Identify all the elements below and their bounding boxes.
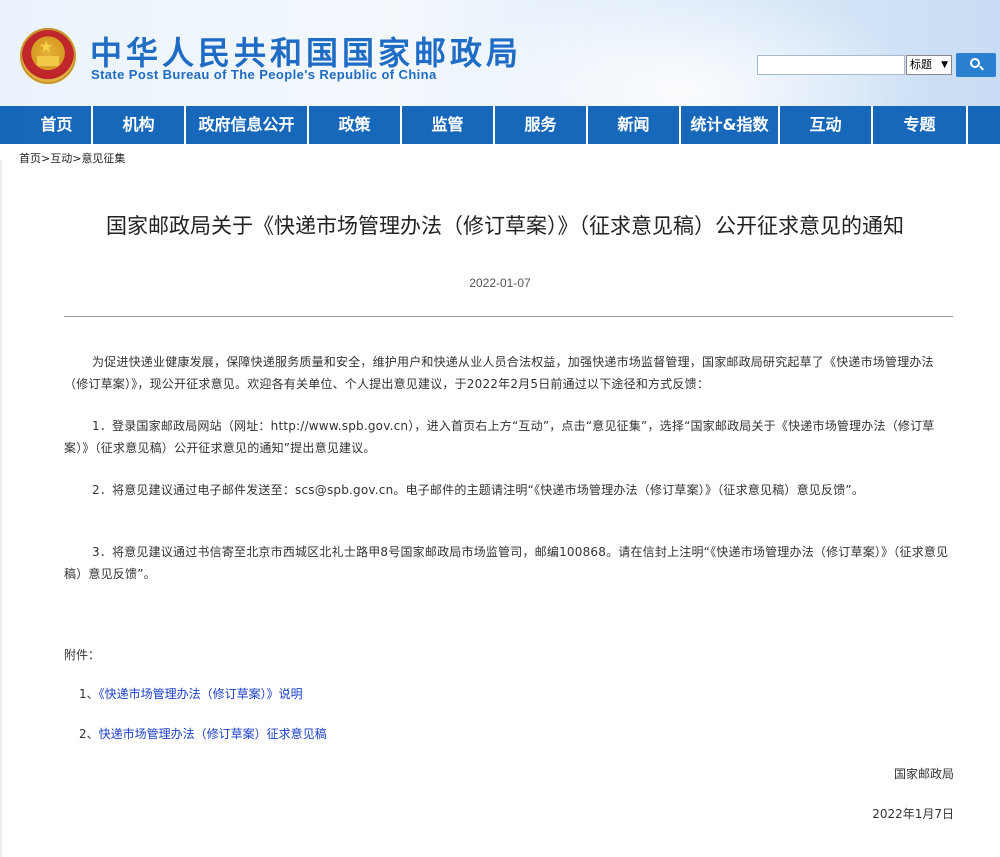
article-paragraph: 1．登录国家邮政局网站（网址：http://www.spb.gov.cn），进入… (64, 419, 935, 455)
left-border (0, 160, 2, 857)
nav-item-supervision[interactable]: 监管 (402, 106, 495, 144)
attachment-link-label[interactable]: 快递市场管理办法（修订草案）征求意见稿 (99, 727, 327, 741)
search-button[interactable] (956, 53, 996, 77)
nav-item-policy[interactable]: 政策 (309, 106, 402, 144)
attachment-number: 1、 (79, 687, 99, 701)
nav-item-gov-info[interactable]: 政府信息公开 (186, 106, 309, 144)
breadcrumb-home[interactable]: 首页 (19, 152, 41, 165)
search-input[interactable] (757, 55, 905, 75)
nav-item-home[interactable]: 首页 (0, 106, 93, 144)
nav-item-statistics[interactable]: 统计&指数 (681, 106, 780, 144)
attachment-number: 2、 (79, 727, 99, 741)
search-scope-value: 标题 (910, 58, 932, 71)
gate-icon (37, 56, 59, 66)
breadcrumb-separator: > (41, 152, 51, 165)
title-divider (64, 316, 953, 317)
attachments-label: 附件： (64, 648, 101, 662)
national-emblem-icon[interactable]: ★ (20, 28, 76, 84)
chevron-down-icon: ▼ (941, 60, 948, 70)
breadcrumb-interaction[interactable]: 互动 (50, 152, 72, 165)
article-date: 2022-01-07 (469, 276, 531, 290)
star-icon: ★ (39, 37, 54, 56)
article-paragraph: 为促进快递业健康发展，保障快递服务质量和安全，维护用户和快递从业人员合法权益，加… (64, 355, 934, 391)
article-paragraph: 2．将意见建议通过电子邮件发送至：scs@spb.gov.cn。电子邮件的主题请… (92, 483, 865, 497)
site-header: ★ 中华人民共和国国家邮政局 State Post Bureau of The … (0, 0, 1000, 106)
nav-item-news[interactable]: 新闻 (588, 106, 681, 144)
signature-organization: 国家邮政局 (893, 767, 954, 781)
attachment-link[interactable]: 2、快递市场管理办法（修订草案）征求意见稿 (79, 725, 327, 742)
attachment-link[interactable]: 1、《快递市场管理办法（修订草案）》说明 (79, 685, 303, 702)
breadcrumb: 首页>互动>意见征集 (19, 150, 125, 166)
breadcrumb-current[interactable]: 意见征集 (81, 152, 125, 165)
nav-item-special[interactable]: 专题 (873, 106, 968, 144)
search-scope-select[interactable]: 标题 ▼ (906, 55, 952, 75)
attachment-link-label[interactable]: 《快递市场管理办法（修订草案）》说明 (99, 687, 303, 701)
main-nav: 首页 机构 政府信息公开 政策 监管 服务 新闻 统计&指数 互动 专题 (0, 106, 1000, 144)
site-subtitle: State Post Bureau of The People's Republ… (91, 67, 437, 82)
article-paragraph: 3．将意见建议通过书信寄至北京市西城区北礼士路甲8号国家邮政局市场监管司，邮编1… (64, 545, 949, 581)
nav-item-interaction[interactable]: 互动 (780, 106, 873, 144)
search-icon-handle (979, 65, 984, 71)
nav-item-organization[interactable]: 机构 (93, 106, 186, 144)
nav-item-service[interactable]: 服务 (495, 106, 588, 144)
article-title: 国家邮政局关于《快递市场管理办法（修订草案）》（征求意见稿）公开征求意见的通知 (106, 214, 904, 238)
signature-date: 2022年1月7日 (872, 807, 954, 821)
